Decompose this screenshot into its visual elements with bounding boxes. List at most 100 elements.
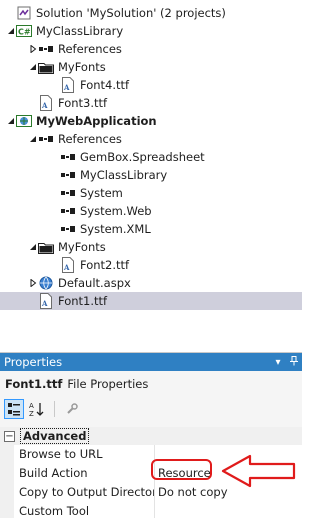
property-pages-icon[interactable] <box>62 399 82 419</box>
csharp-project-icon: C# <box>16 23 32 39</box>
svg-text:Z: Z <box>29 410 34 417</box>
web-project-icon <box>16 113 32 129</box>
folder-icon <box>38 239 54 255</box>
svg-text:A: A <box>41 299 48 308</box>
property-name: Copy to Output Directory <box>0 482 155 502</box>
tree-item-label: Solution 'MySolution' (2 projects) <box>36 6 226 20</box>
tree-item-label: Font3.ttf <box>58 96 108 110</box>
property-value[interactable] <box>155 501 302 518</box>
tree-item-label: References <box>58 42 122 56</box>
assembly-reference-icon <box>60 149 76 165</box>
properties-window: Properties ▾ Font1.ttf File Properties A… <box>0 352 302 518</box>
assembly-reference-icon <box>60 185 76 201</box>
folder-icon <box>38 59 54 75</box>
svg-text:A: A <box>63 263 70 272</box>
tree-item[interactable]: Default.aspx <box>0 274 302 292</box>
property-name: Build Action <box>0 463 155 483</box>
assembly-reference-icon <box>60 203 76 219</box>
dropdown-icon[interactable]: ▾ <box>270 357 286 368</box>
tree-item[interactable]: A Font3.ttf <box>0 94 302 112</box>
category-label: Advanced <box>20 428 90 444</box>
category-advanced[interactable]: − Advanced <box>0 427 302 445</box>
tree-item[interactable]: A Font1.ttf <box>0 292 302 310</box>
properties-object-selector[interactable]: Font1.ttf File Properties <box>0 371 302 397</box>
tree-item-label: Default.aspx <box>58 276 131 290</box>
object-name: Font1.ttf <box>5 377 63 391</box>
tree-item[interactable]: C# MyClassLibrary <box>0 22 302 40</box>
tree-item-label: MyFonts <box>58 60 106 74</box>
tree-item-label: Font2.ttf <box>80 258 130 272</box>
collapsed-arrow-icon[interactable] <box>28 274 38 292</box>
font-file-icon: A <box>38 293 54 309</box>
tree-item-label: System <box>80 186 123 200</box>
tree-item[interactable]: System <box>0 184 302 202</box>
expanded-arrow-icon[interactable] <box>6 22 16 40</box>
expanded-arrow-icon[interactable] <box>28 58 38 76</box>
tree-item-label: References <box>58 132 122 146</box>
callout-highlight-box <box>151 459 212 480</box>
tree-item[interactable]: GemBox.Spreadsheet <box>0 148 302 166</box>
solution-icon <box>16 5 32 21</box>
assembly-reference-icon <box>60 221 76 237</box>
expanded-arrow-icon[interactable] <box>28 238 38 256</box>
assembly-reference-icon <box>60 167 76 183</box>
tree-item[interactable]: MyFonts <box>0 58 302 76</box>
tree-item[interactable]: MyWebApplication <box>0 112 302 130</box>
property-row[interactable]: Custom Tool <box>0 501 302 518</box>
tree-item-label: MyClassLibrary <box>80 168 168 182</box>
tree-item-label: MyWebApplication <box>36 114 157 128</box>
expanded-arrow-icon[interactable] <box>28 130 38 148</box>
callout-arrow-icon <box>221 454 296 488</box>
svg-text:A: A <box>63 83 70 92</box>
tree-item-label: Font4.ttf <box>80 78 130 92</box>
tree-item[interactable]: Solution 'MySolution' (2 projects) <box>0 4 302 22</box>
tree-item[interactable]: A Font2.ttf <box>0 256 302 274</box>
alphabetical-icon[interactable]: AZ <box>27 399 47 419</box>
font-file-icon: A <box>38 95 54 111</box>
aspx-page-icon <box>38 275 54 291</box>
font-file-icon: A <box>60 257 76 273</box>
tree-item-label: GemBox.Spreadsheet <box>80 150 205 164</box>
references-icon <box>38 41 54 57</box>
solution-explorer: Solution 'MySolution' (2 projects) C# MyCl… <box>0 0 302 342</box>
references-icon <box>38 131 54 147</box>
property-name: Custom Tool <box>0 501 155 518</box>
pin-icon[interactable] <box>286 355 302 369</box>
properties-titlebar: Properties ▾ <box>0 353 302 371</box>
svg-text:A: A <box>29 402 34 410</box>
tree-item[interactable]: MyClassLibrary <box>0 166 302 184</box>
categorized-icon[interactable] <box>4 399 24 419</box>
tree-item-label: System.Web <box>80 204 152 218</box>
tree-item[interactable]: References <box>0 130 302 148</box>
svg-text:A: A <box>41 101 48 110</box>
tree-item[interactable]: References <box>0 40 302 58</box>
expanded-arrow-icon[interactable] <box>6 112 16 130</box>
collapse-icon[interactable]: − <box>4 430 15 442</box>
properties-toolbar: AZ <box>0 397 302 421</box>
tree-item[interactable]: MyFonts <box>0 238 302 256</box>
tree-item-label: System.XML <box>80 222 151 236</box>
tree-item[interactable]: A Font4.ttf <box>0 76 302 94</box>
tree-item[interactable]: System.XML <box>0 220 302 238</box>
svg-text:C#: C# <box>18 28 31 37</box>
tree-item-label: Font1.ttf <box>58 294 108 308</box>
collapsed-arrow-icon[interactable] <box>28 40 38 58</box>
property-name: Browse to URL <box>0 444 155 464</box>
object-type: File Properties <box>67 377 149 391</box>
tree-item[interactable]: System.Web <box>0 202 302 220</box>
toolbar-separator <box>54 401 55 417</box>
properties-title: Properties <box>4 355 63 369</box>
tree-item-label: MyClassLibrary <box>36 24 124 38</box>
font-file-icon: A <box>60 77 76 93</box>
tree-item-label: MyFonts <box>58 240 106 254</box>
